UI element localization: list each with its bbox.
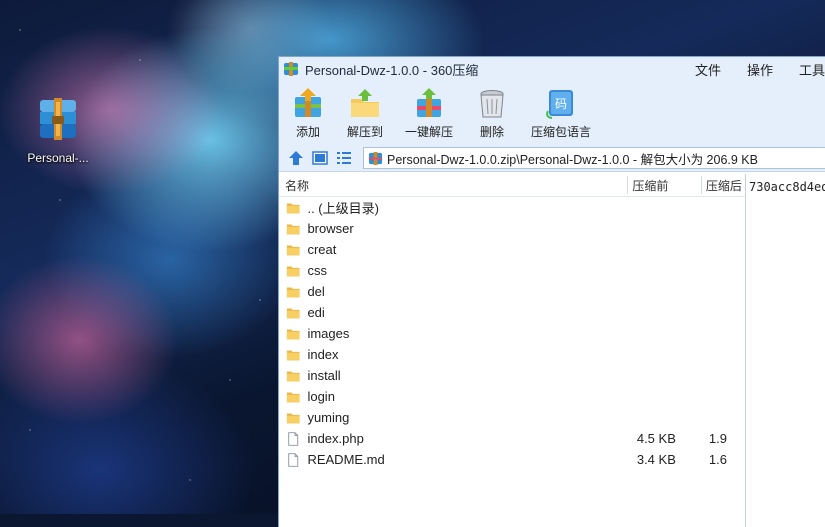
folder-icon xyxy=(286,391,300,402)
file-row[interactable]: README.md 3.4 KB 1.6 xyxy=(279,449,745,470)
toolbar: 添加 解压到 一键解压 删除 码 压缩包语言 xyxy=(279,81,825,145)
preview-pane: 730acc8d4ed xyxy=(745,174,825,527)
file-name: del xyxy=(307,284,325,299)
file-rows: .. (上级目录) browser creat css del edi images inde… xyxy=(279,197,745,470)
folder-icon xyxy=(286,412,300,423)
file-name: index.php xyxy=(307,431,364,446)
column-name[interactable]: 名称 xyxy=(279,177,627,194)
menu-file[interactable]: 文件 xyxy=(695,60,721,79)
folder-icon xyxy=(286,223,300,234)
folder-icon xyxy=(286,328,300,339)
one-click-extract-icon xyxy=(417,88,442,117)
file-name: login xyxy=(307,389,335,404)
folder-icon xyxy=(286,244,300,255)
file-size: 3.4 KB xyxy=(636,452,676,467)
folder-row[interactable]: del xyxy=(279,281,745,302)
folder-row[interactable]: edi xyxy=(279,302,745,323)
folder-icon xyxy=(286,286,300,297)
folder-icon xyxy=(286,307,300,318)
file-compressed-size: 1.6 xyxy=(708,452,727,467)
desktop-icon-label: Personal-... xyxy=(27,151,89,165)
desktop-archive-shortcut[interactable]: Personal-... xyxy=(20,96,96,165)
preview-text: 730acc8d4ed xyxy=(749,180,825,194)
add-button[interactable]: 添加 xyxy=(291,81,325,140)
file-name: browser xyxy=(307,221,354,236)
extract-to-label: 解压到 xyxy=(347,125,384,139)
file-list: 名称 压缩前 压缩后 .. (上级目录) browser creat css del ed… xyxy=(279,174,745,527)
folder-icon xyxy=(286,349,300,360)
folder-row[interactable]: install xyxy=(279,365,745,386)
file-name: edi xyxy=(307,305,325,320)
column-header-row: 名称 压缩前 压缩后 xyxy=(279,174,745,197)
trash-icon xyxy=(480,90,504,118)
extract-to-button[interactable]: 解压到 xyxy=(347,81,383,140)
extract-folder-icon xyxy=(351,89,379,117)
one-click-extract-label: 一键解压 xyxy=(405,125,454,139)
menu-tools[interactable]: 工具 xyxy=(799,60,825,79)
file-name: creat xyxy=(307,242,337,257)
folder-icon xyxy=(286,265,300,276)
archive-app-icon xyxy=(284,62,298,76)
document-icon xyxy=(288,452,299,467)
delete-button[interactable]: 删除 xyxy=(475,81,509,140)
archive-window: Personal-Dwz-1.0.0 - 360压缩 文件 操作 工具 添加 解… xyxy=(278,56,825,527)
address-bar-row: Personal-Dwz-1.0.0.zip\Personal-Dwz-1.0.… xyxy=(279,145,825,172)
menu-bar: 文件 操作 工具 xyxy=(695,60,825,79)
folder-icon xyxy=(286,370,300,381)
folder-row[interactable]: .. (上级目录) xyxy=(279,197,745,218)
file-row[interactable]: index.php 4.5 KB 1.9 xyxy=(279,428,745,449)
up-arrow-icon[interactable] xyxy=(287,149,305,167)
folder-row[interactable]: creat xyxy=(279,239,745,260)
folder-row[interactable]: yuming xyxy=(279,407,745,428)
folder-row[interactable]: images xyxy=(279,323,745,344)
zip-archive-icon xyxy=(368,151,383,165)
code-language-icon: 码 xyxy=(546,90,574,119)
list-view-icon[interactable] xyxy=(335,149,353,167)
folder-row[interactable]: index xyxy=(279,344,745,365)
archive-file-icon xyxy=(40,98,76,140)
archive-language-button[interactable]: 码 压缩包语言 xyxy=(531,81,591,140)
delete-label: 删除 xyxy=(480,125,505,139)
folder-row[interactable]: css xyxy=(279,260,745,281)
document-icon xyxy=(288,431,299,446)
file-name: README.md xyxy=(307,452,385,467)
archive-language-label: 压缩包语言 xyxy=(531,125,592,139)
svg-text:码: 码 xyxy=(555,97,567,111)
address-path: Personal-Dwz-1.0.0.zip\Personal-Dwz-1.0.… xyxy=(387,152,758,167)
column-compressed-before[interactable]: 压缩前 xyxy=(628,177,700,194)
file-name: css xyxy=(307,263,327,278)
file-size: 4.5 KB xyxy=(636,431,676,446)
file-compressed-size: 1.9 xyxy=(708,431,727,446)
address-field[interactable]: Personal-Dwz-1.0.0.zip\Personal-Dwz-1.0.… xyxy=(363,147,825,169)
thumbnail-view-icon[interactable] xyxy=(311,149,329,167)
file-name: .. (上级目录) xyxy=(307,201,379,216)
folder-icon xyxy=(286,202,300,213)
add-label: 添加 xyxy=(295,125,320,139)
add-archive-icon xyxy=(295,88,321,117)
file-name: install xyxy=(307,368,341,383)
one-click-extract-button[interactable]: 一键解压 xyxy=(405,81,453,140)
file-name: yuming xyxy=(307,410,350,425)
column-compressed-after[interactable]: 压缩后 xyxy=(702,177,745,194)
folder-row[interactable]: browser xyxy=(279,218,745,239)
menu-operate[interactable]: 操作 xyxy=(747,60,773,79)
window-title: Personal-Dwz-1.0.0 - 360压缩 xyxy=(305,62,479,78)
folder-row[interactable]: login xyxy=(279,386,745,407)
file-name: images xyxy=(307,326,350,341)
title-bar[interactable]: Personal-Dwz-1.0.0 - 360压缩 文件 操作 工具 xyxy=(279,57,825,81)
file-name: index xyxy=(307,347,339,362)
